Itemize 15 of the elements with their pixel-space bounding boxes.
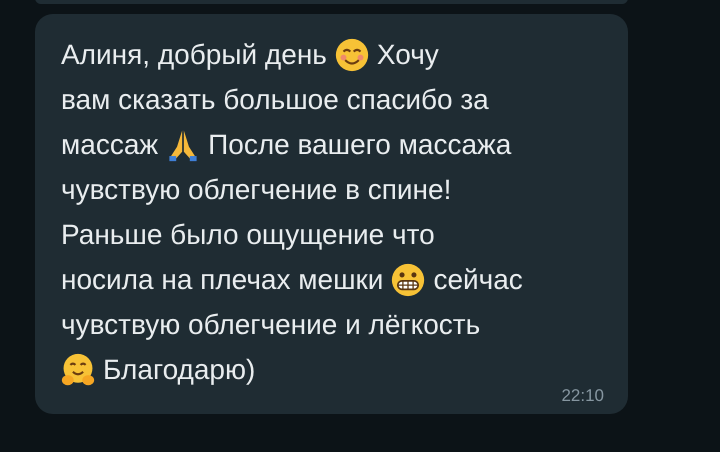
message-text: Раньше было ощущение что: [61, 218, 435, 252]
message-text: чувствую облегчение в спине!: [61, 172, 452, 207]
hugging-face-icon: [61, 352, 95, 386]
message-text: После вашего массажа: [208, 128, 512, 162]
message-text: Алиня, добрый день: [61, 38, 327, 72]
message-time: 22:10: [561, 386, 604, 406]
message-text: вам сказать большое спасибо за: [61, 82, 489, 116]
message-text: Благодарю): [103, 352, 256, 387]
smiling-face-icon: [334, 38, 369, 72]
message-text: чувствую облегчение и лёгкость: [61, 308, 480, 342]
message-text: массаж: [61, 128, 158, 162]
message-text: носила на плечах мешки: [61, 262, 384, 296]
message-text: сейчас: [433, 262, 523, 296]
grimacing-face-icon: [391, 262, 426, 296]
message-text: Хочу: [376, 38, 439, 72]
